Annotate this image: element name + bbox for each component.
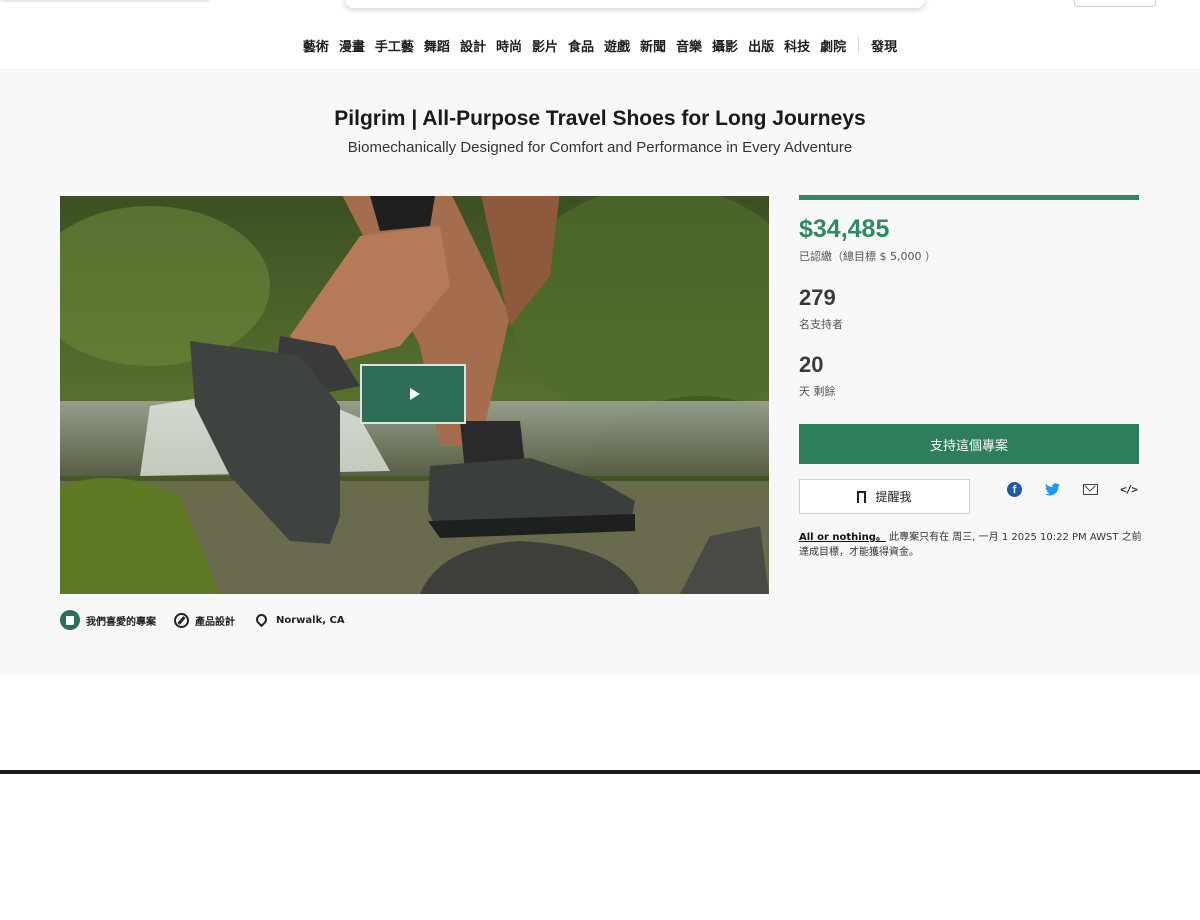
project-title: Pilgrim | All-Purpose Travel Shoes for L…: [334, 107, 866, 130]
category-link[interactable]: 藝術: [298, 36, 334, 55]
remind-me-label: 提醒我: [875, 490, 912, 504]
facebook-icon[interactable]: f: [1007, 482, 1022, 497]
category-link[interactable]: 新聞: [635, 36, 671, 55]
backers-label: 名支持者: [799, 318, 843, 331]
funding-progress-fill: [799, 195, 1139, 200]
page-divider: [0, 770, 1200, 774]
category-link[interactable]: 科技: [779, 36, 815, 55]
category-nav: 藝術 漫畫 手工藝 舞蹈 設計 時尚 影片 食品 遊戲 新聞 音樂 攝影 出版 …: [0, 34, 1200, 56]
compass-icon: [174, 612, 189, 628]
backers-count: 279: [799, 285, 836, 310]
embed-icon[interactable]: </>: [1120, 482, 1138, 497]
category-link[interactable]: 攝影: [707, 36, 743, 55]
location-link[interactable]: Norwalk, CA: [253, 611, 345, 627]
play-icon: [409, 388, 420, 400]
top-bar: 藝術 漫畫 手工藝 舞蹈 設計 時尚 影片 食品 遊戲 新聞 音樂 攝影 出版 …: [0, 0, 1200, 70]
category-link[interactable]: 手工藝: [370, 36, 419, 55]
remind-me-button[interactable]: 提醒我: [799, 479, 970, 514]
search-box[interactable]: [345, 0, 925, 8]
funding-progress-bar: [799, 195, 1139, 200]
pledged-goal-note: 已認繳（總目標 $ 5,000 ）: [799, 250, 936, 263]
pwl-badge-link[interactable]: 我們喜愛的專案: [60, 610, 156, 630]
category-meta-link[interactable]: 產品設計: [174, 612, 235, 628]
days-left-count: 20: [799, 352, 824, 377]
category-link[interactable]: 出版: [743, 36, 779, 55]
location-label: Norwalk, CA: [276, 614, 345, 626]
logo[interactable]: [0, 0, 210, 2]
category-link[interactable]: 時尚: [491, 36, 527, 55]
twitter-icon[interactable]: [1045, 482, 1060, 497]
play-button[interactable]: [360, 364, 466, 424]
all-or-nothing-note: All or nothing。 此專案只有在 周三, 一月 1 2025 10:…: [799, 530, 1144, 560]
category-link[interactable]: 遊戲: [599, 36, 635, 55]
discover-link[interactable]: 發現: [866, 36, 902, 55]
email-icon[interactable]: [1083, 484, 1098, 495]
category-link[interactable]: 影片: [527, 36, 563, 55]
login-button[interactable]: [1074, 0, 1156, 7]
back-project-button[interactable]: 支持這個專案: [799, 424, 1139, 464]
twitter-bird: [1045, 483, 1060, 496]
category-link[interactable]: 音樂: [671, 36, 707, 55]
pledged-amount: $34,485: [799, 215, 890, 243]
bookmark-icon: [857, 490, 867, 505]
project-meta: 我們喜愛的專案 產品設計 Norwalk, CA: [60, 609, 345, 631]
share-links: f </>: [1007, 482, 1138, 497]
category-link[interactable]: 食品: [563, 36, 599, 55]
category-link[interactable]: 劇院: [815, 36, 851, 55]
project-video[interactable]: [60, 196, 769, 594]
location-pin-icon: [253, 611, 270, 627]
pwl-label: 我們喜愛的專案: [86, 616, 156, 628]
nav-divider: [858, 37, 860, 53]
category-link[interactable]: 舞蹈: [419, 36, 455, 55]
category-link[interactable]: 設計: [455, 36, 491, 55]
all-or-nothing-link[interactable]: All or nothing。: [799, 532, 886, 543]
days-left-label: 天 剩餘: [799, 385, 836, 398]
category-link[interactable]: 漫畫: [334, 36, 370, 55]
category-label: 產品設計: [195, 616, 235, 628]
project-subtitle: Biomechanically Designed for Comfort and…: [347, 139, 853, 156]
projects-we-love-icon: [60, 610, 80, 630]
